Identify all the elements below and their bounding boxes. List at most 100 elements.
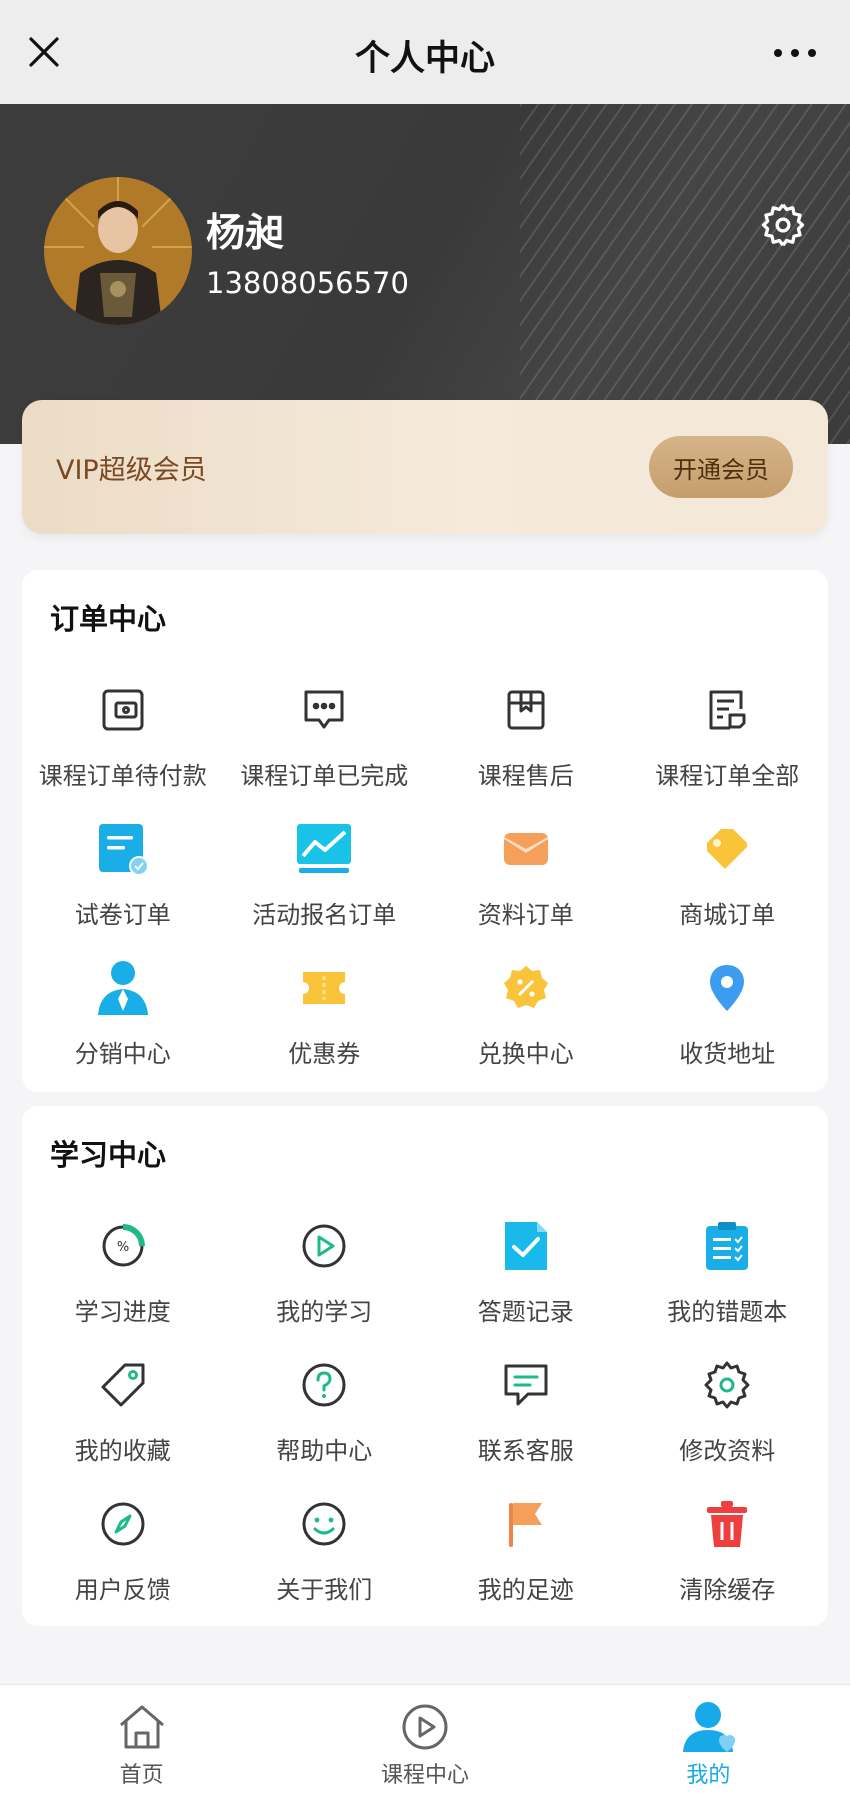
order-item-completed[interactable]: 课程订单已完成 bbox=[224, 678, 426, 817]
page-title: 个人中心 bbox=[354, 39, 495, 79]
grid-label: 学习进度 bbox=[74, 1298, 171, 1326]
study-item-answer-records[interactable]: 答题记录 bbox=[425, 1214, 627, 1353]
profile-header: 杨昶 13808056570 bbox=[0, 104, 850, 444]
study-item-my-learning[interactable]: 我的学习 bbox=[224, 1214, 426, 1353]
grid-label: 活动报名订单 bbox=[252, 901, 397, 929]
more-button[interactable] bbox=[770, 38, 820, 68]
tag-icon bbox=[695, 817, 759, 881]
order-item-all[interactable]: 课程订单全部 bbox=[627, 678, 829, 817]
grid-label: 收货地址 bbox=[679, 1040, 776, 1068]
grid-label: 课程订单已完成 bbox=[240, 762, 409, 790]
grid-label: 联系客服 bbox=[477, 1437, 574, 1465]
grid-label: 帮助中心 bbox=[276, 1437, 373, 1465]
study-item-footprints[interactable]: 我的足迹 bbox=[425, 1492, 627, 1631]
study-item-feedback[interactable]: 用户反馈 bbox=[22, 1492, 224, 1631]
tab-course-center[interactable]: 课程中心 bbox=[283, 1685, 566, 1794]
tab-label: 首页 bbox=[119, 1763, 164, 1788]
settings-button[interactable] bbox=[757, 199, 809, 251]
study-center-section: 学习中心 % 学习进度 我的学习 答题记录 我的错题本 我的收藏 帮助中心 联系… bbox=[22, 1106, 828, 1626]
tab-label: 课程中心 bbox=[380, 1763, 469, 1788]
study-item-edit-profile[interactable]: 修改资料 bbox=[627, 1353, 829, 1492]
grid-label: 我的足迹 bbox=[477, 1576, 574, 1604]
grid-label: 资料订单 bbox=[477, 901, 574, 929]
study-item-help[interactable]: 帮助中心 bbox=[224, 1353, 426, 1492]
section-title: 订单中心 bbox=[50, 602, 167, 636]
compass-icon bbox=[91, 1492, 155, 1556]
section-title: 学习中心 bbox=[50, 1138, 167, 1172]
avatar[interactable] bbox=[44, 177, 192, 325]
header-decoration bbox=[520, 104, 850, 444]
grid-label: 清除缓存 bbox=[679, 1576, 776, 1604]
open-vip-button[interactable]: 开通会员 bbox=[649, 436, 793, 498]
flag-icon bbox=[494, 1492, 558, 1556]
grid-label: 课程订单全部 bbox=[655, 762, 800, 790]
wallet-icon bbox=[91, 678, 155, 742]
order-item-pending-payment[interactable]: 课程订单待付款 bbox=[22, 678, 224, 817]
grid-label: 用户反馈 bbox=[74, 1576, 171, 1604]
avatar-portrait bbox=[44, 177, 192, 325]
study-item-wrong-questions[interactable]: 我的错题本 bbox=[627, 1214, 829, 1353]
location-pin-icon bbox=[695, 956, 759, 1020]
grid-label: 我的学习 bbox=[276, 1298, 373, 1326]
play-circle-icon bbox=[397, 1699, 453, 1755]
vip-label: VIP超级会员 bbox=[56, 455, 207, 486]
chat-bubble-icon bbox=[292, 678, 356, 742]
box-icon bbox=[494, 678, 558, 742]
trash-icon bbox=[695, 1492, 759, 1556]
order-item-redeem[interactable]: 兑换中心 bbox=[425, 956, 627, 1095]
exam-paper-icon bbox=[91, 817, 155, 881]
checked-file-icon bbox=[494, 1214, 558, 1278]
grid-label: 课程订单待付款 bbox=[38, 762, 207, 790]
svg-text:%: % bbox=[117, 1240, 129, 1255]
tab-mine[interactable]: 我的 bbox=[567, 1685, 850, 1794]
chart-monitor-icon bbox=[292, 817, 356, 881]
order-item-after-sales[interactable]: 课程售后 bbox=[425, 678, 627, 817]
order-item-address[interactable]: 收货地址 bbox=[627, 956, 829, 1095]
grid-label: 试卷订单 bbox=[74, 901, 171, 929]
grid-label: 商城订单 bbox=[679, 901, 776, 929]
bottom-tab-bar: 首页 课程中心 我的 bbox=[0, 1684, 850, 1794]
order-item-exam[interactable]: 试卷订单 bbox=[22, 817, 224, 956]
order-item-mall[interactable]: 商城订单 bbox=[627, 817, 829, 956]
gear-icon bbox=[695, 1353, 759, 1417]
user-tie-icon bbox=[91, 956, 155, 1020]
grid-label: 兑换中心 bbox=[477, 1040, 574, 1068]
progress-ring-icon: % bbox=[91, 1214, 155, 1278]
study-item-contact-service[interactable]: 联系客服 bbox=[425, 1353, 627, 1492]
question-circle-icon bbox=[292, 1353, 356, 1417]
document-list-icon bbox=[695, 678, 759, 742]
gear-icon bbox=[761, 203, 805, 247]
order-item-distribution[interactable]: 分销中心 bbox=[22, 956, 224, 1095]
grid-label: 课程售后 bbox=[477, 762, 574, 790]
home-icon bbox=[114, 1699, 170, 1755]
order-item-materials[interactable]: 资料订单 bbox=[425, 817, 627, 956]
nav-bar: 个人中心 bbox=[0, 0, 850, 104]
study-item-favorites[interactable]: 我的收藏 bbox=[22, 1353, 224, 1492]
grid-label: 我的收藏 bbox=[74, 1437, 171, 1465]
grid-label: 优惠券 bbox=[288, 1040, 361, 1068]
grid-label: 分销中心 bbox=[74, 1040, 171, 1068]
study-grid: % 学习进度 我的学习 答题记录 我的错题本 我的收藏 帮助中心 联系客服 修改… bbox=[22, 1214, 828, 1631]
clipboard-list-icon bbox=[695, 1214, 759, 1278]
user-phone: 13808056570 bbox=[206, 266, 409, 300]
tab-home[interactable]: 首页 bbox=[0, 1685, 283, 1794]
grid-label: 修改资料 bbox=[679, 1437, 776, 1465]
order-item-activity[interactable]: 活动报名订单 bbox=[224, 817, 426, 956]
ticket-icon bbox=[292, 956, 356, 1020]
study-item-progress[interactable]: % 学习进度 bbox=[22, 1214, 224, 1353]
bookmark-tag-icon bbox=[91, 1353, 155, 1417]
order-item-coupon[interactable]: 优惠券 bbox=[224, 956, 426, 1095]
study-item-clear-cache[interactable]: 清除缓存 bbox=[627, 1492, 829, 1631]
percent-badge-icon bbox=[494, 956, 558, 1020]
study-item-about[interactable]: 关于我们 bbox=[224, 1492, 426, 1631]
more-dots-icon bbox=[774, 49, 816, 57]
play-circle-icon bbox=[292, 1214, 356, 1278]
smile-icon bbox=[292, 1492, 356, 1556]
user-icon bbox=[680, 1699, 736, 1755]
vip-card: VIP超级会员 开通会员 bbox=[22, 400, 828, 534]
grid-label: 我的错题本 bbox=[667, 1298, 788, 1326]
grid-label: 关于我们 bbox=[276, 1576, 373, 1604]
order-grid: 课程订单待付款 课程订单已完成 课程售后 课程订单全部 试卷订单 活动报名订单 … bbox=[22, 678, 828, 1095]
envelope-icon bbox=[494, 817, 558, 881]
tab-label: 我的 bbox=[686, 1763, 731, 1788]
